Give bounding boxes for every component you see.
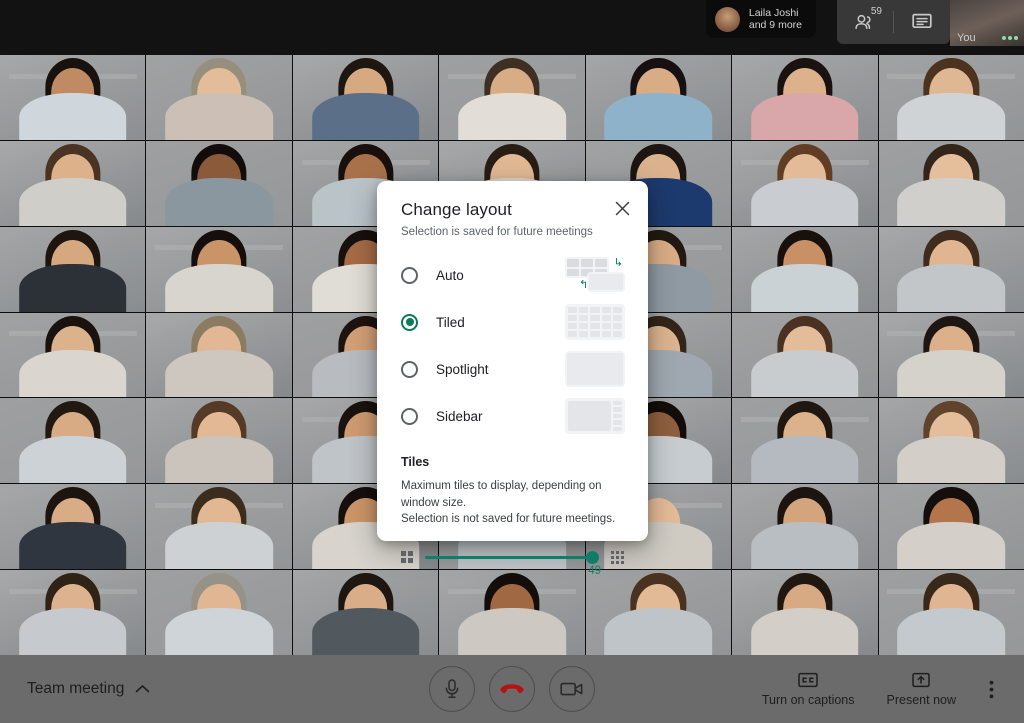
grid-small-icon[interactable] <box>401 551 413 564</box>
end-call-button[interactable] <box>489 666 535 712</box>
change-layout-dialog: Change layout Selection is saved for fut… <box>377 181 648 577</box>
layout-option-label: Spotlight <box>436 361 489 377</box>
participant-tile[interactable] <box>439 570 585 655</box>
layout-option-sidebar[interactable]: Sidebar <box>401 395 625 437</box>
participant-tile[interactable] <box>146 312 292 398</box>
camera-icon <box>560 682 583 696</box>
participant-tile[interactable] <box>292 570 439 655</box>
participant-tile[interactable] <box>146 484 292 570</box>
participant-tile[interactable] <box>878 140 1024 226</box>
tiles-slider[interactable]: 49 <box>425 548 601 577</box>
participant-tile[interactable] <box>732 226 878 312</box>
captions-button[interactable]: Turn on captions <box>748 668 869 711</box>
participant-tile[interactable] <box>0 312 146 398</box>
slider-thumb[interactable] <box>586 550 599 564</box>
participant-tile[interactable] <box>878 398 1024 484</box>
more-options-button[interactable] <box>974 669 1008 709</box>
participant-tile[interactable] <box>732 55 878 140</box>
participant-tile[interactable] <box>878 55 1024 140</box>
tiles-heading: Tiles <box>401 455 430 469</box>
participant-tile[interactable] <box>0 484 146 570</box>
tiles-description-line1: Maximum tiles to display, depending on w… <box>401 480 602 509</box>
bottom-bar: Team meeting Turn on captions Present no… <box>0 655 1024 723</box>
end-call-icon <box>500 684 524 694</box>
participant-tile[interactable] <box>732 312 878 398</box>
avatar <box>714 6 740 32</box>
radio-sidebar[interactable] <box>401 407 418 425</box>
close-icon <box>615 201 629 215</box>
participant-tile[interactable] <box>878 484 1024 570</box>
participant-tile[interactable] <box>0 226 146 312</box>
presenter-subtitle: and 9 more <box>748 19 802 31</box>
participant-tile[interactable] <box>0 398 146 484</box>
participant-tile[interactable] <box>878 226 1024 312</box>
auto-preview-icon: ↳ ↰ <box>565 257 625 293</box>
meeting-name-label: Team meeting <box>27 680 125 697</box>
chat-button[interactable] <box>894 0 950 44</box>
slider-track-line <box>425 555 599 559</box>
radio-tiled[interactable] <box>401 313 418 331</box>
participant-tile[interactable] <box>439 55 585 140</box>
chevron-up-icon <box>136 685 150 693</box>
tiles-slider-row: 49 <box>401 548 624 577</box>
participant-tile[interactable] <box>146 140 292 226</box>
participant-tile[interactable] <box>146 226 292 312</box>
closed-captions-icon <box>798 672 818 687</box>
right-controls: Turn on captions Present now <box>748 668 1008 711</box>
participant-tile[interactable] <box>878 312 1024 398</box>
tiles-description-line2: Selection is not saved for future meetin… <box>401 513 616 526</box>
close-button[interactable] <box>610 196 634 220</box>
dialog-subtitle: Selection is saved for future meetings <box>401 226 593 238</box>
participant-tile[interactable] <box>146 398 292 484</box>
layout-option-label: Tiled <box>436 314 465 330</box>
participant-tile[interactable] <box>732 140 878 226</box>
participant-tile[interactable] <box>585 570 732 655</box>
participant-tile[interactable] <box>732 484 878 570</box>
top-bar: Laila Joshi and 9 more 59 You <box>0 0 1024 55</box>
chat-icon <box>912 13 932 29</box>
camera-button[interactable] <box>549 666 595 712</box>
slider-value-label: 49 <box>588 565 601 578</box>
participant-tile[interactable] <box>0 570 146 655</box>
radio-auto[interactable] <box>401 266 418 284</box>
call-controls <box>429 666 595 712</box>
participant-tile[interactable] <box>292 55 439 140</box>
microphone-icon <box>445 679 459 699</box>
presenter-name: Laila Joshi <box>748 6 799 19</box>
participant-tile[interactable] <box>585 55 732 140</box>
more-vertical-icon <box>989 680 993 698</box>
audio-dots-icon <box>1002 36 1018 40</box>
meet-window: Laila Joshi and 9 more 59 You Team meeti… <box>0 0 1024 723</box>
present-screen-icon <box>912 672 930 687</box>
participant-tile[interactable] <box>0 140 146 226</box>
tiled-preview-icon <box>565 304 625 340</box>
participant-tile[interactable] <box>146 55 292 140</box>
participant-tile[interactable] <box>146 570 292 655</box>
presenter-chip[interactable]: Laila Joshi and 9 more <box>705 0 816 38</box>
self-view-tile[interactable]: You <box>950 0 1024 46</box>
present-now-button[interactable]: Present now <box>873 668 970 711</box>
people-count-badge: 59 <box>870 6 882 17</box>
participant-tile[interactable] <box>732 398 878 484</box>
self-view-label: You <box>957 32 976 44</box>
layout-option-label: Auto <box>436 267 464 283</box>
grid-large-icon[interactable] <box>611 550 624 564</box>
layout-option-label: Sidebar <box>436 408 483 424</box>
layout-option-spotlight[interactable]: Spotlight <box>401 348 625 390</box>
top-actions: 59 <box>837 0 950 44</box>
spotlight-preview-icon <box>565 351 625 387</box>
dialog-title: Change layout <box>401 200 512 219</box>
people-button[interactable]: 59 <box>837 0 893 44</box>
sidebar-preview-icon <box>565 398 625 434</box>
participant-tile[interactable] <box>732 570 878 655</box>
layout-option-auto[interactable]: Auto ↳ ↰ <box>401 254 625 296</box>
radio-spotlight[interactable] <box>401 360 418 378</box>
present-now-label: Present now <box>886 692 956 707</box>
captions-label: Turn on captions <box>761 692 855 707</box>
participant-tile[interactable] <box>0 55 146 140</box>
meeting-name-button[interactable]: Team meeting <box>27 680 150 698</box>
participant-tile[interactable] <box>878 570 1024 655</box>
layout-option-tiled[interactable]: Tiled <box>401 301 625 343</box>
microphone-button[interactable] <box>429 666 475 712</box>
